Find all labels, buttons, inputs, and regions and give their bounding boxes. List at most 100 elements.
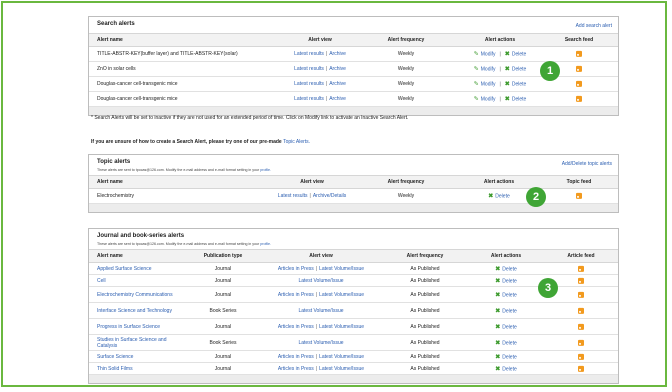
col-alert-actions: Alert actions (483, 179, 515, 185)
delete-x-icon: ✖ (488, 193, 494, 200)
journal-alert-name[interactable]: Studies in Surface Science and Catalysis (97, 337, 182, 349)
search-alert-actions: ✎ Modify | ✖ Delete (473, 96, 527, 103)
latest-results-link[interactable]: Latest results (294, 66, 324, 72)
topic-profile-link[interactable]: profile. (260, 168, 271, 172)
topic-alerts-hint-link[interactable]: Topic Alerts. (283, 139, 310, 145)
publication-type: Journal (214, 291, 232, 298)
articles-in-press-link[interactable]: Articles in Press (278, 292, 314, 298)
journal-alert-name[interactable]: Interface Science and Technology (97, 308, 182, 314)
latest-results-link[interactable]: Latest results (294, 51, 324, 57)
delete-button[interactable]: ✖ Delete (505, 97, 526, 103)
journal-alert-name[interactable]: Cell (97, 278, 106, 284)
journal-alert-name[interactable]: Surface Science (97, 354, 133, 360)
delete-button[interactable]: ✖ Delete (505, 52, 526, 58)
rss-feed-icon[interactable] (578, 307, 584, 314)
table-row: Surface Science Journal Articles in Press |… (89, 351, 618, 363)
journal-profile-link[interactable]: profile. (260, 242, 271, 246)
rss-feed-icon[interactable] (578, 265, 584, 272)
archive-link[interactable]: Archive (329, 96, 346, 102)
col-search-feed: Search feed (564, 37, 594, 43)
delete-x-icon: ✖ (495, 308, 501, 314)
pencil-icon: ✎ (473, 51, 479, 58)
journal-alert-name[interactable]: Progress in Surface Science (97, 324, 182, 330)
col-alert-actions: Alert actions (490, 253, 522, 259)
col-article-feed: Article feed (567, 253, 595, 259)
latest-volume-issue-link[interactable]: Latest Volume/Issue (298, 340, 343, 346)
latest-results-link[interactable]: Latest results (278, 193, 308, 199)
delete-button[interactable]: ✖ Delete (495, 339, 516, 346)
latest-volume-issue-link[interactable]: Latest Volume/Issue (298, 278, 343, 284)
latest-results-link[interactable]: Latest results (294, 81, 324, 87)
rss-feed-icon[interactable] (576, 95, 582, 102)
modify-button[interactable]: ✎ Modify (474, 97, 496, 103)
journal-alerts-panel: Journal and book-series alerts These ale… (88, 228, 619, 384)
archive-link[interactable]: Archive (329, 81, 346, 87)
page-frame: Search alerts Add search alert Alert nam… (1, 1, 667, 387)
latest-volume-issue-link[interactable]: Latest Volume/Issue (319, 324, 364, 330)
delete-button[interactable]: ✖ Delete (488, 193, 509, 200)
delete-button[interactable]: ✖ Delete (505, 67, 526, 73)
search-alert-name: ZnO in solar cells (97, 66, 136, 72)
publication-type: Book Series (209, 307, 237, 314)
rss-feed-icon[interactable] (578, 277, 584, 284)
delete-button[interactable]: ✖ Delete (505, 82, 526, 88)
rss-feed-icon[interactable] (578, 365, 584, 372)
col-topic-feed: Topic feed (566, 179, 592, 185)
latest-volume-issue-link[interactable]: Latest Volume/Issue (298, 308, 343, 314)
latest-volume-issue-link[interactable]: Latest Volume/Issue (319, 354, 364, 360)
archive-link[interactable]: Archive (329, 51, 346, 57)
delete-x-icon: ✖ (504, 51, 510, 58)
modify-button[interactable]: ✎ Modify (474, 67, 496, 73)
delete-button[interactable]: ✖ Delete (495, 291, 516, 298)
col-alert-actions: Alert actions (484, 37, 516, 43)
rss-feed-icon[interactable] (576, 65, 582, 72)
delete-x-icon: ✖ (495, 366, 501, 372)
add-delete-topic-alerts-link[interactable]: Add/Delete topic alerts (562, 161, 612, 167)
archive-details-link[interactable]: Archive/Details (313, 193, 346, 199)
journal-alerts-header: Journal and book-series alerts These ale… (89, 229, 618, 250)
search-alert-frequency: Weekly (397, 66, 415, 72)
rss-feed-icon[interactable] (576, 50, 582, 57)
archive-link[interactable]: Archive (329, 66, 346, 72)
journal-alert-view: Latest Volume/Issue (298, 340, 343, 346)
journal-alert-frequency: As Published (410, 291, 440, 298)
rss-feed-icon[interactable] (578, 353, 584, 360)
topic-alerts-subtitle: These alerts are sent to tpocas@126.com.… (97, 168, 272, 172)
delete-button[interactable]: ✖ Delete (495, 323, 516, 330)
articles-in-press-link[interactable]: Articles in Press (278, 366, 314, 372)
rss-feed-icon[interactable] (576, 192, 582, 199)
add-search-alert-link[interactable]: Add search alert (576, 23, 612, 29)
table-row: Interface Science and Technology Book Ser… (89, 303, 618, 319)
articles-in-press-link[interactable]: Articles in Press (278, 354, 314, 360)
topic-alert-view: Latest results | Archive/Details (277, 193, 347, 199)
articles-in-press-link[interactable]: Articles in Press (278, 266, 314, 272)
rss-feed-icon[interactable] (578, 291, 584, 298)
delete-button[interactable]: ✖ Delete (495, 365, 516, 372)
delete-button[interactable]: ✖ Delete (495, 265, 516, 272)
rss-feed-icon[interactable] (578, 339, 584, 346)
delete-button[interactable]: ✖ Delete (495, 307, 516, 314)
latest-volume-issue-link[interactable]: Latest Volume/Issue (319, 266, 364, 272)
delete-button[interactable]: ✖ Delete (495, 353, 516, 360)
modify-button[interactable]: ✎ Modify (474, 82, 496, 88)
journal-alert-view: Articles in Press | Latest Volume/Issue (277, 265, 365, 272)
journal-alert-name[interactable]: Thin Solid Films (97, 366, 133, 372)
latest-volume-issue-link[interactable]: Latest Volume/Issue (319, 292, 364, 298)
journal-alert-name[interactable]: Applied Surface Science (97, 266, 151, 272)
modify-button[interactable]: ✎ Modify (474, 52, 496, 58)
articles-in-press-link[interactable]: Articles in Press (278, 324, 314, 330)
col-alert-name: Alert name (97, 179, 123, 185)
delete-x-icon: ✖ (495, 354, 501, 360)
journal-alert-view: Latest Volume/Issue (298, 278, 343, 284)
delete-x-icon: ✖ (495, 340, 501, 346)
col-alert-view: Alert view (309, 253, 333, 259)
rss-feed-icon[interactable] (576, 80, 582, 87)
latest-results-link[interactable]: Latest results (294, 96, 324, 102)
table-row: ZnO in solar cells Latest results | Archive… (89, 62, 618, 77)
col-alert-name: Alert name (97, 253, 123, 259)
journal-alert-name[interactable]: Electrochemistry Communications (97, 292, 182, 298)
latest-volume-issue-link[interactable]: Latest Volume/Issue (319, 366, 364, 372)
rss-feed-icon[interactable] (578, 323, 584, 330)
delete-button[interactable]: ✖ Delete (495, 277, 516, 284)
pencil-icon: ✎ (473, 96, 479, 103)
